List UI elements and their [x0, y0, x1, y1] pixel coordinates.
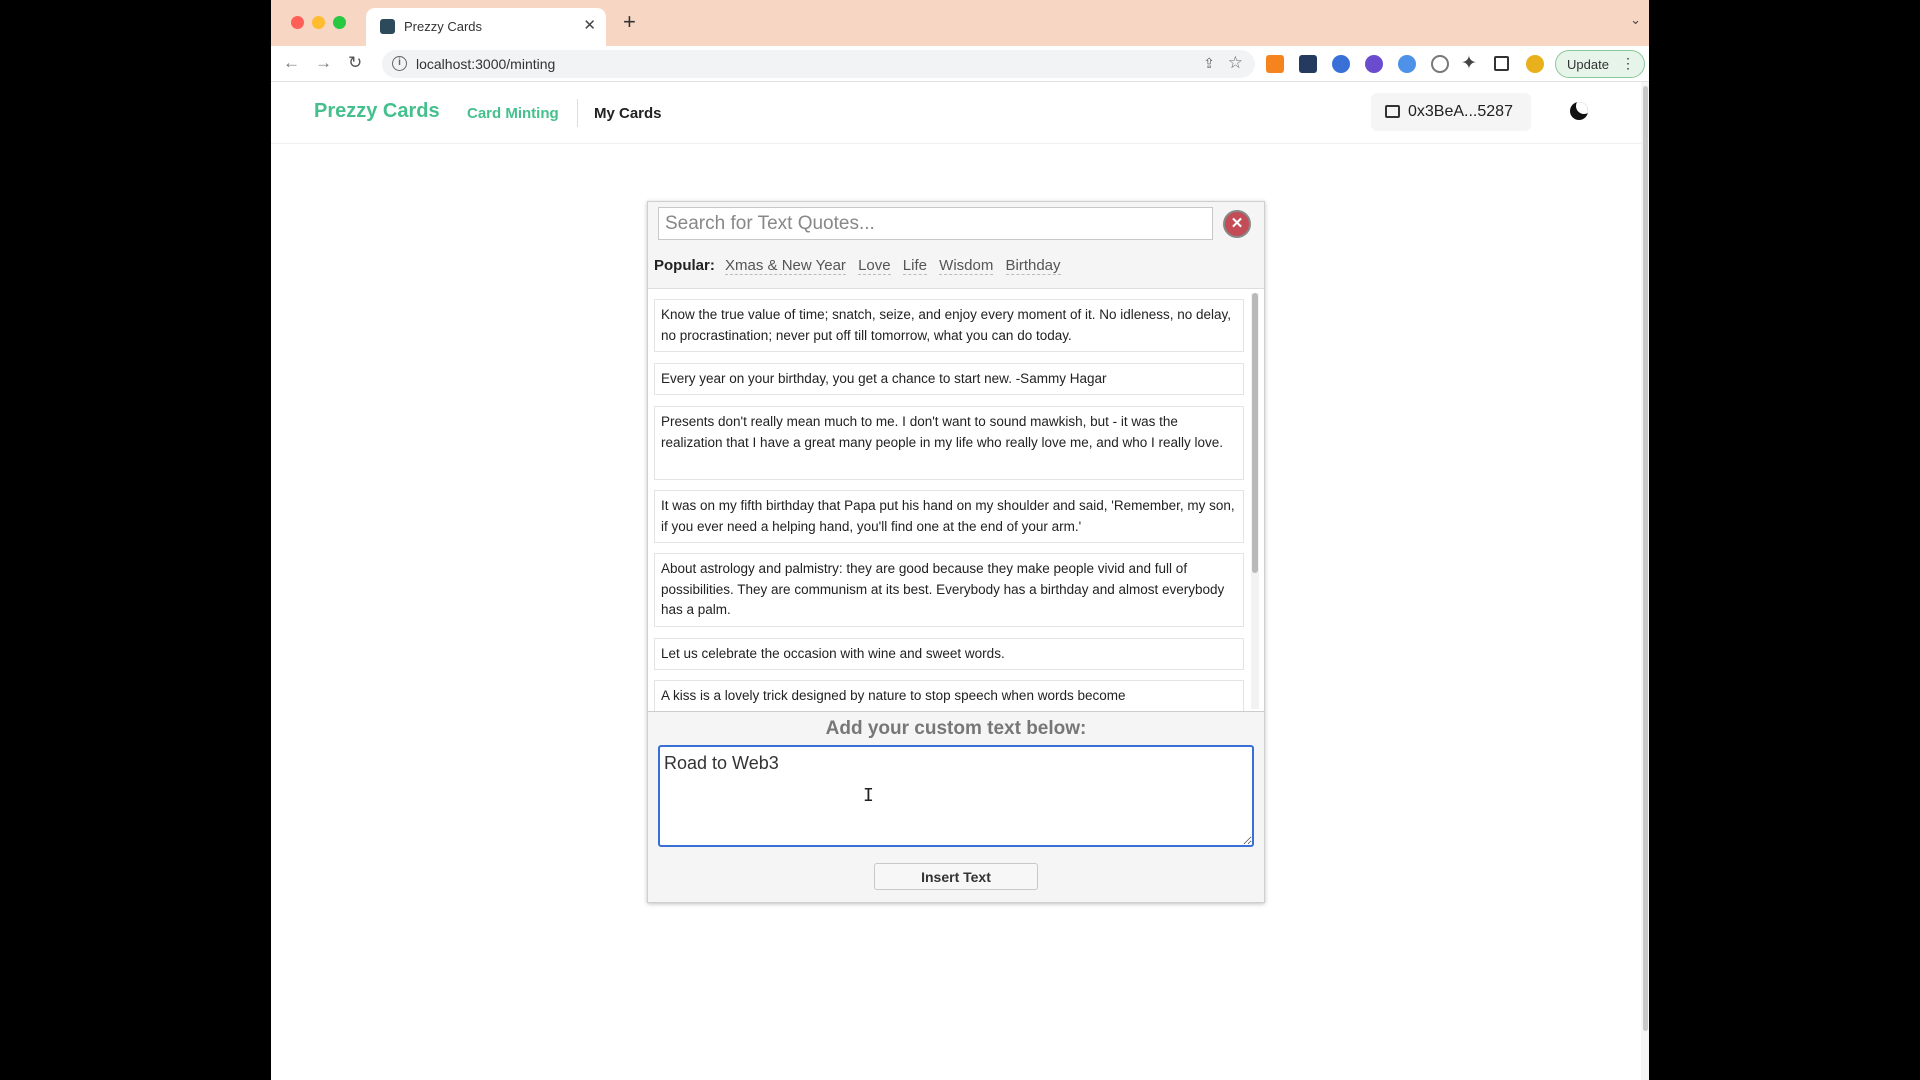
tag-xmas-new-year[interactable]: Xmas & New Year: [725, 257, 846, 275]
back-arrow-icon[interactable]: ←: [283, 53, 300, 73]
dark-mode-moon-icon[interactable]: [1570, 102, 1588, 120]
tag-wisdom[interactable]: Wisdom: [939, 257, 994, 275]
clear-search-close-icon[interactable]: ✕: [1223, 210, 1251, 238]
forward-arrow-icon[interactable]: →: [315, 53, 332, 73]
quotes-scrollbar-thumb[interactable]: [1252, 293, 1258, 573]
quote-item[interactable]: Every year on your birthday, you get a c…: [654, 363, 1244, 395]
wallet-icon: [1385, 105, 1400, 118]
share-icon[interactable]: ⇪: [1203, 55, 1215, 72]
page-scrollbar-thumb[interactable]: [1643, 86, 1648, 1031]
extensions-puzzle-icon[interactable]: ✦: [1461, 52, 1477, 75]
custom-text-input[interactable]: Road to Web3: [658, 745, 1254, 847]
close-window-button[interactable]: [291, 16, 304, 29]
tab-title: Prezzy Cards: [404, 19, 483, 34]
quotes-list: Know the true value of time; snatch, sei…: [648, 288, 1264, 712]
browser-tab[interactable]: Prezzy Cards ✕: [366, 8, 606, 46]
insert-text-button[interactable]: Insert Text: [874, 863, 1038, 890]
popular-tags: Popular: Xmas & New Year Love Life Wisdo…: [654, 257, 1069, 279]
browser-toolbar: ← → ↻ i localhost:3000/minting ⇪ ☆ ✦ Upd…: [271, 46, 1649, 82]
custom-text-label: Add your custom text below:: [825, 718, 1087, 739]
site-info-icon[interactable]: i: [392, 56, 407, 71]
url-text[interactable]: localhost:3000/minting: [416, 56, 555, 72]
extension-bird-icon[interactable]: [1332, 55, 1350, 73]
nav-my-cards[interactable]: My Cards: [594, 105, 662, 122]
quote-item[interactable]: It was on my fifth birthday that Papa pu…: [654, 490, 1244, 543]
search-input[interactable]: [658, 207, 1213, 240]
maximize-window-button[interactable]: [333, 16, 346, 29]
quote-item[interactable]: About astrology and palmistry: they are …: [654, 553, 1244, 627]
address-bar[interactable]: i localhost:3000/minting ⇪ ☆: [382, 50, 1255, 78]
popular-label: Popular:: [654, 257, 715, 274]
minimize-window-button[interactable]: [312, 16, 325, 29]
page-content: Prezzy Cards Card Minting My Cards 0x3Be…: [271, 82, 1649, 1080]
quote-item[interactable]: Presents don't really mean much to me. I…: [654, 406, 1244, 480]
bookmark-star-icon[interactable]: ☆: [1228, 53, 1243, 73]
quote-item[interactable]: A kiss is a lovely trick designed by nat…: [654, 680, 1244, 711]
extension-circle-icon[interactable]: [1365, 55, 1383, 73]
wallet-address: 0x3BeA...5287: [1408, 103, 1513, 120]
profile-avatar-icon[interactable]: [1526, 55, 1544, 73]
quote-item[interactable]: Know the true value of time; snatch, sei…: [654, 299, 1244, 352]
tag-birthday[interactable]: Birthday: [1005, 257, 1061, 275]
more-menu-icon[interactable]: ⋮: [1621, 55, 1635, 72]
text-cursor-icon: I: [863, 785, 874, 806]
quote-item[interactable]: Let us celebrate the occasion with wine …: [654, 638, 1244, 670]
tag-love[interactable]: Love: [858, 257, 891, 275]
tag-life[interactable]: Life: [902, 257, 927, 275]
tab-search-chevron-icon[interactable]: ⌄: [1630, 12, 1641, 28]
side-panel-icon[interactable]: [1494, 56, 1509, 71]
text-quotes-panel: ✕ Popular: Xmas & New Year Love Life Wis…: [647, 201, 1265, 903]
nav-divider: [577, 99, 578, 127]
metamask-extension-icon[interactable]: [1266, 55, 1284, 73]
extension-badge-icon[interactable]: [1299, 55, 1317, 73]
update-button[interactable]: Update ⋮: [1555, 50, 1645, 78]
new-tab-icon[interactable]: +: [623, 11, 636, 33]
extension-ring-icon[interactable]: [1431, 55, 1449, 73]
brand-logo[interactable]: Prezzy Cards: [314, 100, 440, 123]
wallet-button[interactable]: 0x3BeA...5287: [1371, 93, 1531, 131]
update-label: Update: [1567, 57, 1609, 72]
nav-card-minting[interactable]: Card Minting: [467, 105, 559, 122]
extension-blue-icon[interactable]: [1398, 55, 1416, 73]
close-tab-icon[interactable]: ✕: [583, 16, 596, 34]
tab-bar: Prezzy Cards ✕ + ⌄: [271, 0, 1649, 46]
app-header: Prezzy Cards Card Minting My Cards 0x3Be…: [271, 82, 1641, 144]
browser-window: Prezzy Cards ✕ + ⌄ ← → ↻ i localhost:300…: [271, 0, 1649, 1080]
favicon-icon: [380, 19, 395, 34]
reload-icon[interactable]: ↻: [348, 53, 362, 73]
